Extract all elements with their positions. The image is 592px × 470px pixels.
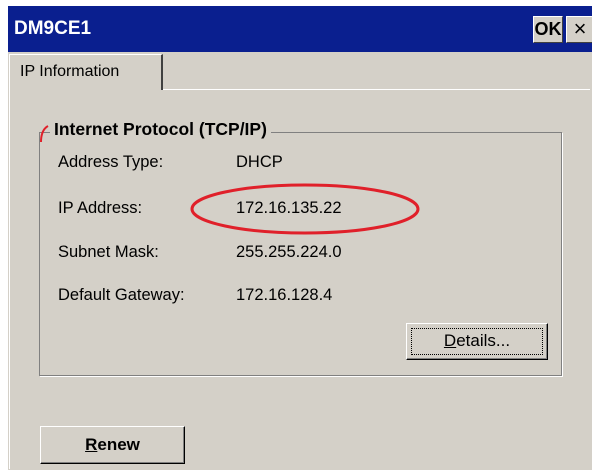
address-type-label: Address Type: — [58, 153, 164, 171]
renew-button[interactable]: Renew — [40, 426, 185, 464]
close-icon[interactable]: × — [566, 16, 592, 43]
tab-ip-information[interactable]: IP Information — [9, 54, 163, 90]
renew-accel: R — [85, 435, 98, 454]
annotation-mark — [40, 125, 49, 143]
default-gateway-label: Default Gateway: — [58, 286, 185, 304]
ok-button[interactable]: OK — [533, 16, 563, 43]
highlight-ellipse — [190, 183, 420, 235]
default-gateway-value: 172.16.128.4 — [236, 286, 333, 304]
details-button[interactable]: Details... — [406, 323, 548, 360]
title-bar: DM9CE1 OK × — [8, 6, 592, 52]
network-info-window: DM9CE1 OK × IP Information Internet Prot… — [8, 6, 592, 470]
renew-label-rest: enew — [97, 435, 140, 454]
details-accel: D — [443, 331, 457, 350]
details-label-rest: etails... — [456, 331, 511, 350]
ip-address-label: IP Address: — [58, 199, 143, 217]
window-title: DM9CE1 — [14, 18, 92, 39]
subnet-mask-label: Subnet Mask: — [58, 243, 159, 261]
address-type-value: DHCP — [236, 153, 283, 171]
groupbox-title: Internet Protocol (TCP/IP) — [50, 119, 271, 140]
subnet-mask-value: 255.255.224.0 — [236, 243, 342, 261]
